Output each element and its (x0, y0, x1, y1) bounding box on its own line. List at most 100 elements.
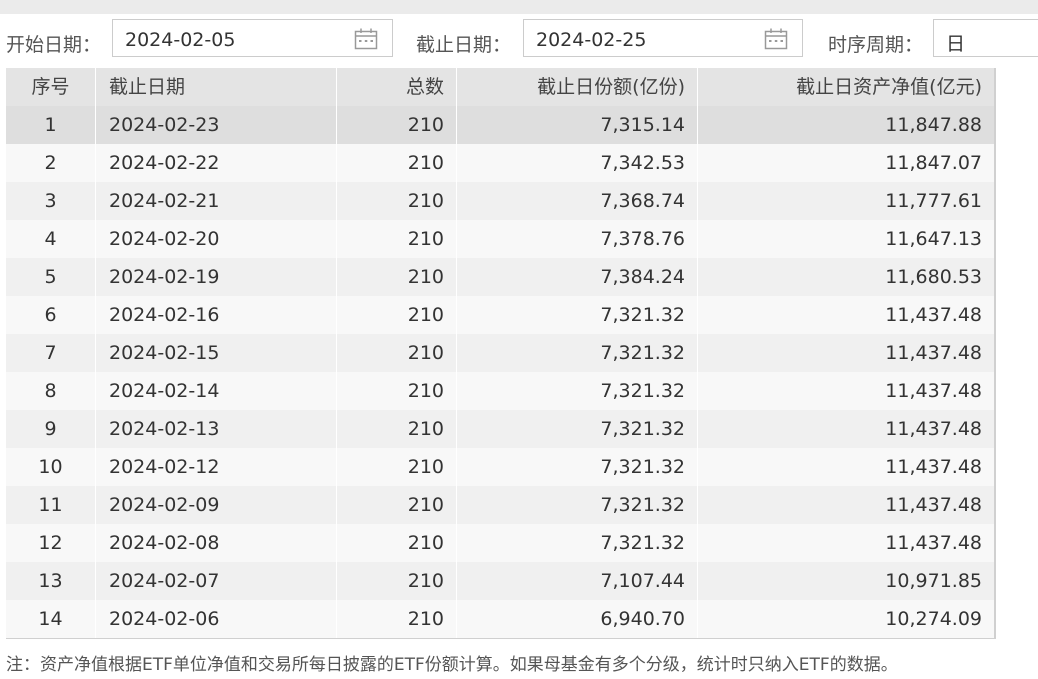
cell-net-assets: 11,847.88 (697, 106, 994, 144)
cell-shares: 7,321.32 (456, 524, 697, 562)
cell-net-assets: 11,680.53 (697, 258, 994, 296)
table-row[interactable]: 10 2024-02-12 210 7,321.32 11,437.48 (6, 448, 994, 486)
cell-index: 1 (44, 114, 57, 136)
cell-shares: 7,321.32 (456, 448, 697, 486)
table-row[interactable]: 9 2024-02-13 210 7,321.32 11,437.48 (6, 410, 994, 448)
cell-net-assets: 11,647.13 (697, 220, 994, 258)
cell-total: 210 (336, 448, 456, 486)
period-select[interactable]: 日 (933, 19, 1038, 57)
table-row[interactable]: 14 2024-02-06 210 6,940.70 10,274.09 (6, 600, 994, 638)
calendar-icon[interactable] (354, 28, 378, 50)
header-net-assets[interactable]: 截止日资产净值(亿元) (697, 68, 994, 106)
cell-total: 210 (336, 182, 456, 220)
header-end-date[interactable]: 截止日期 (95, 68, 336, 106)
cell-index: 6 (44, 304, 57, 326)
period-label: 时序周期： (828, 34, 924, 56)
cell-net-assets: 11,437.48 (697, 334, 994, 372)
cell-index: 4 (44, 228, 57, 250)
cell-total: 210 (336, 144, 456, 182)
filter-bar: 开始日期： 2024-02-05 截止日期： 2024-02-25 时序周期： … (0, 18, 1038, 64)
cell-total: 210 (336, 372, 456, 410)
cell-end-date: 2024-02-09 (95, 486, 336, 524)
cell-total: 210 (336, 600, 456, 638)
table-row[interactable]: 6 2024-02-16 210 7,321.32 11,437.48 (6, 296, 994, 334)
cell-net-assets: 11,437.48 (697, 410, 994, 448)
table-row[interactable]: 1 2024-02-23 210 7,315.14 11,847.88 (6, 106, 994, 144)
cell-shares: 7,107.44 (456, 562, 697, 600)
table-row[interactable]: 5 2024-02-19 210 7,384.24 11,680.53 (6, 258, 994, 296)
cell-net-assets: 11,777.61 (697, 182, 994, 220)
table-header: 序号 截止日期 总数 截止日份额(亿份) 截止日资产净值(亿元) (6, 68, 994, 106)
cell-shares: 7,368.74 (456, 182, 697, 220)
end-date-label: 截止日期： (416, 34, 512, 56)
table-row[interactable]: 12 2024-02-08 210 7,321.32 11,437.48 (6, 524, 994, 562)
cell-index: 14 (38, 608, 63, 630)
cell-index: 13 (38, 570, 63, 592)
cell-index: 11 (38, 494, 63, 516)
header-total[interactable]: 总数 (336, 68, 456, 106)
cell-shares: 6,940.70 (456, 600, 697, 638)
cell-total: 210 (336, 410, 456, 448)
cell-shares: 7,384.24 (456, 258, 697, 296)
cell-index: 7 (44, 342, 57, 364)
cell-net-assets: 10,274.09 (697, 600, 994, 638)
table-row[interactable]: 4 2024-02-20 210 7,378.76 11,647.13 (6, 220, 994, 258)
cell-total: 210 (336, 486, 456, 524)
cell-total: 210 (336, 296, 456, 334)
cell-end-date: 2024-02-22 (95, 144, 336, 182)
cell-total: 210 (336, 220, 456, 258)
period-value: 日 (946, 33, 966, 55)
cell-total: 210 (336, 524, 456, 562)
cell-index: 12 (38, 532, 63, 554)
top-band (0, 0, 1038, 14)
cell-index: 2 (44, 152, 57, 174)
cell-net-assets: 11,847.07 (697, 144, 994, 182)
cell-shares: 7,342.53 (456, 144, 697, 182)
footnote: 注：资产净值根据ETF单位净值和交易所每日披露的ETF份额计算。如果母基金有多个… (6, 655, 898, 675)
cell-end-date: 2024-02-06 (95, 600, 336, 638)
table-row[interactable]: 7 2024-02-15 210 7,321.32 11,437.48 (6, 334, 994, 372)
cell-net-assets: 11,437.48 (697, 296, 994, 334)
cell-net-assets: 11,437.48 (697, 486, 994, 524)
start-date-input[interactable]: 2024-02-05 (112, 19, 393, 57)
cell-net-assets: 11,437.48 (697, 524, 994, 562)
start-date-value: 2024-02-05 (125, 29, 236, 51)
table-row[interactable]: 11 2024-02-09 210 7,321.32 11,437.48 (6, 486, 994, 524)
cell-shares: 7,321.32 (456, 410, 697, 448)
cell-shares: 7,321.32 (456, 372, 697, 410)
cell-end-date: 2024-02-23 (95, 106, 336, 144)
table-row[interactable]: 2 2024-02-22 210 7,342.53 11,847.07 (6, 144, 994, 182)
data-table: 序号 截止日期 总数 截止日份额(亿份) 截止日资产净值(亿元) 1 2024-0… (6, 68, 996, 639)
cell-shares: 7,378.76 (456, 220, 697, 258)
cell-end-date: 2024-02-16 (95, 296, 336, 334)
header-shares[interactable]: 截止日份额(亿份) (456, 68, 697, 106)
calendar-icon[interactable] (764, 28, 788, 50)
table-row[interactable]: 8 2024-02-14 210 7,321.32 11,437.48 (6, 372, 994, 410)
cell-net-assets: 11,437.48 (697, 448, 994, 486)
cell-index: 8 (44, 380, 57, 402)
cell-end-date: 2024-02-07 (95, 562, 336, 600)
cell-total: 210 (336, 334, 456, 372)
end-date-value: 2024-02-25 (536, 29, 647, 51)
table-row[interactable]: 3 2024-02-21 210 7,368.74 11,777.61 (6, 182, 994, 220)
start-date-label: 开始日期： (6, 34, 102, 56)
cell-shares: 7,321.32 (456, 334, 697, 372)
cell-end-date: 2024-02-21 (95, 182, 336, 220)
header-index[interactable]: 序号 (6, 68, 95, 106)
cell-index: 5 (44, 266, 57, 288)
cell-end-date: 2024-02-19 (95, 258, 336, 296)
cell-end-date: 2024-02-15 (95, 334, 336, 372)
cell-end-date: 2024-02-08 (95, 524, 336, 562)
cell-end-date: 2024-02-20 (95, 220, 336, 258)
end-date-input[interactable]: 2024-02-25 (523, 19, 803, 57)
cell-end-date: 2024-02-12 (95, 448, 336, 486)
cell-shares: 7,315.14 (456, 106, 697, 144)
cell-shares: 7,321.32 (456, 296, 697, 334)
cell-end-date: 2024-02-14 (95, 372, 336, 410)
cell-net-assets: 10,971.85 (697, 562, 994, 600)
cell-index: 3 (44, 190, 57, 212)
cell-total: 210 (336, 106, 456, 144)
table-row[interactable]: 13 2024-02-07 210 7,107.44 10,971.85 (6, 562, 994, 600)
cell-total: 210 (336, 562, 456, 600)
cell-net-assets: 11,437.48 (697, 372, 994, 410)
